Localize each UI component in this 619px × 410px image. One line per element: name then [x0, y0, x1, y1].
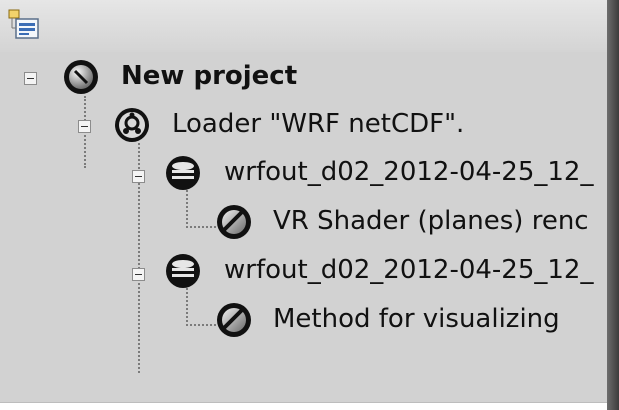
tree-node-label: wrfout_d02_2012-04-25_12_: [224, 157, 594, 187]
tree-node-file[interactable]: wrfout_d02_2012-04-25_12_: [0, 153, 607, 193]
tree-node-file[interactable]: wrfout_d02_2012-04-25_12_: [0, 251, 607, 291]
project-tree-icon[interactable]: [8, 6, 40, 40]
database-icon: [166, 156, 200, 190]
collapse-toggle[interactable]: [24, 72, 37, 85]
tree-node-root[interactable]: New project: [0, 57, 607, 97]
tree-node-loader[interactable]: Loader "WRF netCDF".: [0, 105, 607, 145]
tree-view: New project Loader "WRF netCDF". wrfout_…: [0, 55, 607, 402]
tree-node-label: New project: [121, 61, 298, 91]
tree-node-label: VR Shader (planes) renc: [273, 206, 589, 236]
project-node-icon: [64, 60, 98, 94]
tree-node-renderer[interactable]: VR Shader (planes) renc: [0, 202, 607, 242]
tree-node-label: Loader "WRF netCDF".: [172, 109, 465, 139]
tree-node-renderer[interactable]: Method for visualizing: [0, 300, 607, 340]
collapse-toggle[interactable]: [132, 268, 145, 281]
tree-node-label: wrfout_d02_2012-04-25_12_: [224, 255, 594, 285]
gear-icon: [115, 108, 149, 142]
window-edge: [607, 0, 619, 410]
collapse-toggle[interactable]: [132, 170, 145, 183]
renderer-icon: [217, 205, 251, 239]
project-tree-panel: New project Loader "WRF netCDF". wrfout_…: [0, 0, 607, 403]
renderer-icon: [217, 303, 251, 337]
collapse-toggle[interactable]: [78, 120, 91, 133]
tree-node-label: Method for visualizing: [273, 304, 560, 334]
database-icon: [166, 254, 200, 288]
toolbar: [0, 0, 607, 52]
